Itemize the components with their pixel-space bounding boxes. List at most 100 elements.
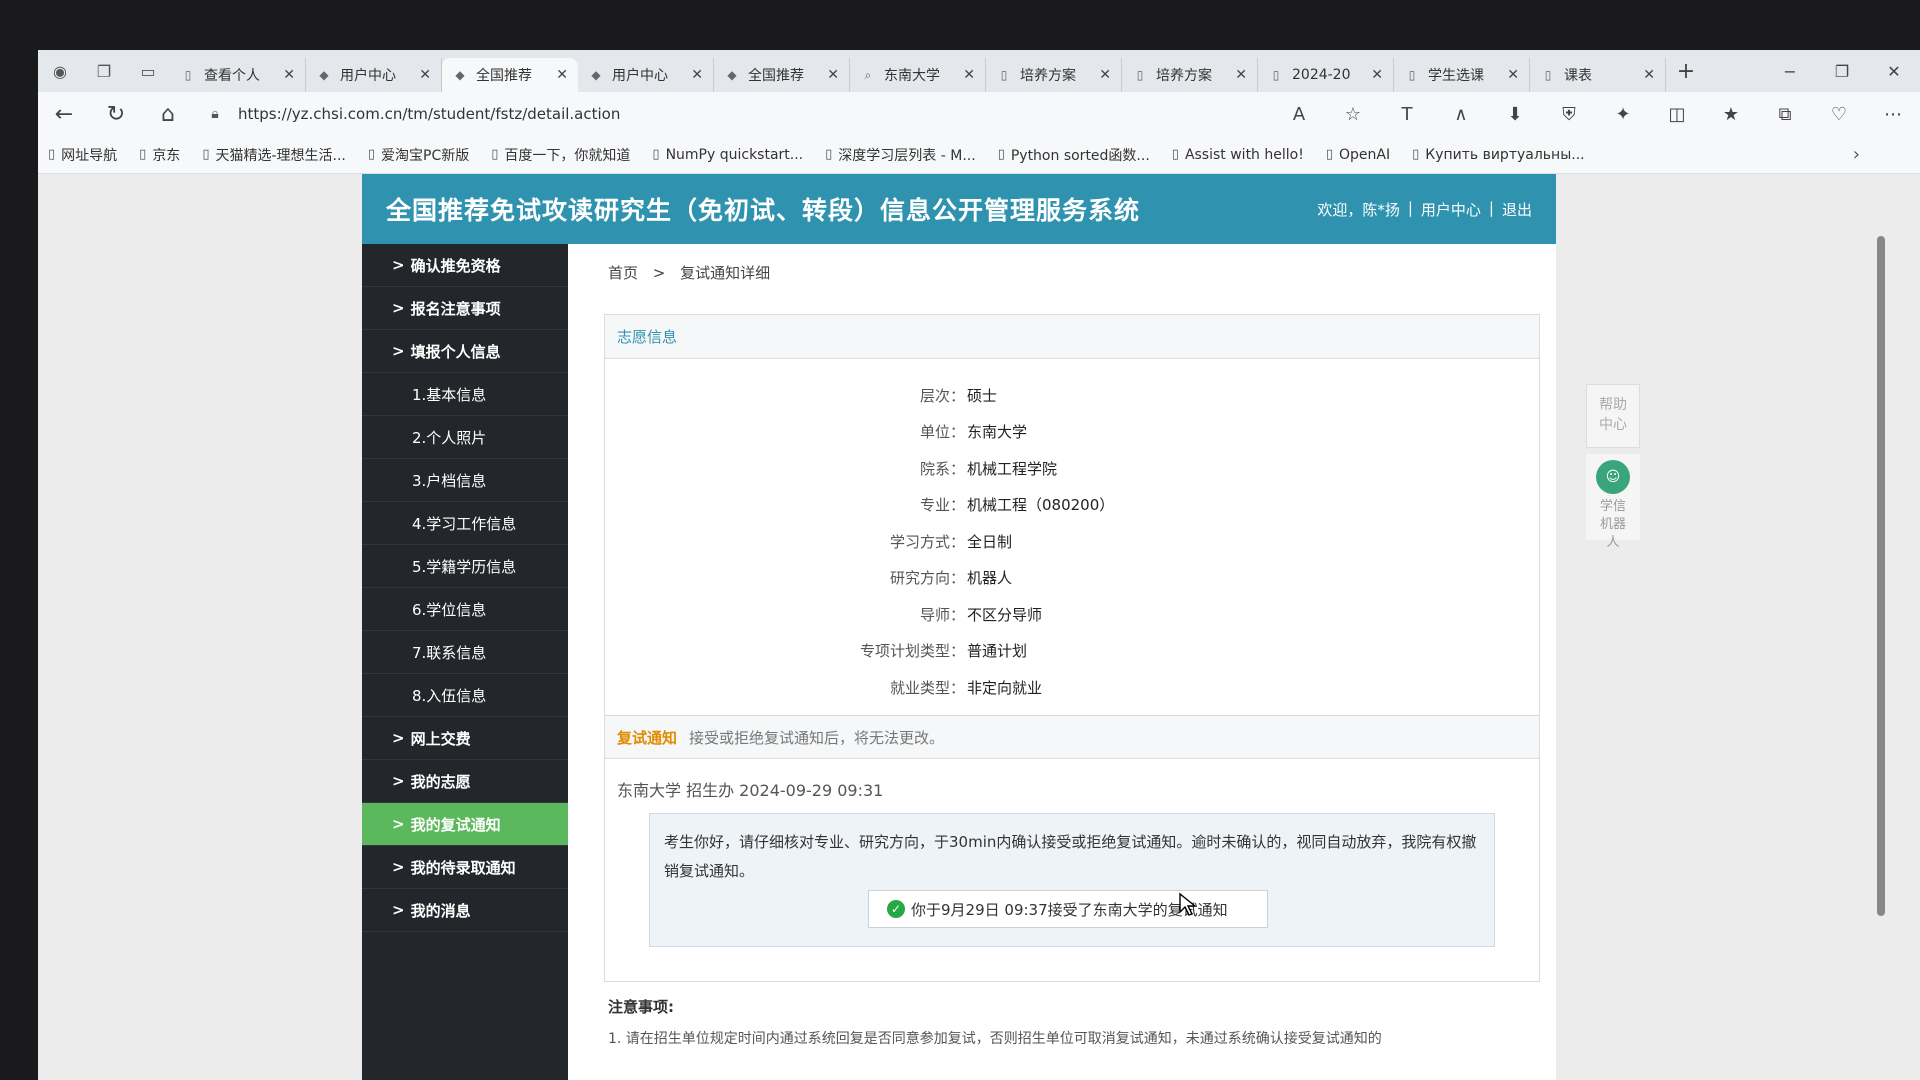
- browser-tab[interactable]: ▯ 培养方案 ✕: [986, 58, 1122, 92]
- close-tab-icon[interactable]: ✕: [1235, 67, 1247, 83]
- breadcrumb-current: 复试通知详细: [680, 264, 771, 282]
- shield-icon[interactable]: ⛨: [1542, 104, 1596, 125]
- sidebar-item-label: 5.学籍学历信息: [412, 557, 517, 576]
- sidebar-item[interactable]: 3.户档信息: [362, 459, 568, 502]
- browser-window: ◉ ❐ ▭ ▯ 查看个人 ✕ ◆ 用户中心 ✕ ◆ 全国推荐 ✕ ◆ 用户中心 ✕ ◆ 全国推荐 ✕ ⌕ 东南大…: [38, 50, 1920, 1080]
- tab-title: 课表: [1564, 68, 1592, 84]
- bookmark-icon: ▯: [367, 147, 376, 162]
- read-aloud-icon[interactable]: A: [1272, 104, 1326, 125]
- url-input[interactable]: 🔒︎ https://yz.chsi.com.cn/tm/student/fst…: [202, 98, 1202, 130]
- info-value: 不区分导师: [967, 605, 1043, 624]
- refresh-icon[interactable]: ↻: [90, 92, 142, 136]
- bookmark-item[interactable]: ▯ 天猫精选-理想生活...: [202, 145, 346, 165]
- close-window-icon[interactable]: ✕: [1868, 62, 1920, 81]
- bookmark-item[interactable]: ▯ Купить виртуальны...: [1412, 145, 1585, 165]
- sidebar-item[interactable]: 4.学习工作信息: [362, 502, 568, 545]
- help-center-button[interactable]: 帮助中心: [1586, 384, 1640, 448]
- scrollbar[interactable]: [1876, 204, 1886, 1064]
- close-tab-icon[interactable]: ✕: [1371, 67, 1383, 83]
- info-value: 东南大学: [967, 423, 1028, 442]
- sidebar-item[interactable]: 5.学籍学历信息: [362, 545, 568, 588]
- collections-toolbar-icon[interactable]: ⧉: [1758, 104, 1812, 125]
- browser-tab[interactable]: ▯ 查看个人 ✕: [170, 58, 306, 92]
- user-center-link[interactable]: 用户中心: [1421, 199, 1481, 220]
- sidebar-item[interactable]: 1.基本信息: [362, 373, 568, 416]
- close-tab-icon[interactable]: ✕: [1507, 67, 1519, 83]
- bookmark-item[interactable]: ▯ 深度学习层列表 - M...: [825, 145, 976, 165]
- chevron-right-icon: >: [392, 772, 405, 790]
- close-tab-icon[interactable]: ✕: [556, 67, 568, 83]
- browser-tab[interactable]: ◆ 用户中心 ✕: [578, 58, 714, 92]
- accepted-status: ✓ 你于9月29日 09:37接受了东南大学的复试通知: [868, 890, 1268, 928]
- sidebar-item[interactable]: > 网上交费: [362, 717, 568, 760]
- new-tab-button[interactable]: +: [1666, 59, 1706, 84]
- performance-icon[interactable]: ♡: [1812, 104, 1866, 125]
- sidebar-item[interactable]: 6.学位信息: [362, 588, 568, 631]
- extension-icon[interactable]: ∧: [1434, 104, 1488, 125]
- sidebar-item[interactable]: 2.个人照片: [362, 416, 568, 459]
- browser-tab[interactable]: ▯ 课表 ✕: [1530, 58, 1666, 92]
- bookmark-icon: ▯: [1171, 147, 1179, 162]
- bookmark-item[interactable]: ▯ 京东: [139, 145, 180, 165]
- bookmarks-more-icon[interactable]: ›: [1853, 144, 1860, 165]
- volunteer-info: 层次： 硕士 单位： 东南大学 院系： 机械工程学院 专业： 机械工程（080200） 学习方式…: [605, 377, 1539, 706]
- bookmark-item[interactable]: ▯ 百度一下，你就知道: [491, 145, 630, 165]
- restore-icon[interactable]: ❐: [1816, 62, 1868, 81]
- bookmark-label: 网址导航: [61, 147, 118, 164]
- home-icon[interactable]: ⌂: [142, 92, 194, 136]
- browser-tab[interactable]: ▯ 学生选课 ✕: [1394, 58, 1530, 92]
- bookmark-item[interactable]: ▯ NumPy quickstart...: [652, 145, 803, 165]
- close-tab-icon[interactable]: ✕: [1099, 67, 1111, 83]
- bookmark-item[interactable]: ▯ 爱淘宝PC新版: [368, 145, 469, 165]
- file-icon: ▯: [184, 68, 192, 82]
- tab-title: 培养方案: [1156, 68, 1212, 84]
- chatbot-button[interactable]: ☺ 学信机器人: [1586, 454, 1640, 550]
- close-tab-icon[interactable]: ✕: [691, 67, 703, 83]
- split-screen-icon[interactable]: ◫: [1650, 104, 1704, 125]
- close-tab-icon[interactable]: ✕: [283, 67, 295, 83]
- bookmark-item[interactable]: ▯ 网址导航: [48, 145, 117, 165]
- close-tab-icon[interactable]: ✕: [963, 67, 975, 83]
- favorite-star-icon[interactable]: ☆: [1326, 104, 1380, 125]
- bookmark-item[interactable]: ▯ OpenAI: [1326, 145, 1390, 165]
- collections-icon[interactable]: ❐: [82, 50, 126, 92]
- sidebar-item[interactable]: > 填报个人信息: [362, 330, 568, 373]
- close-tab-icon[interactable]: ✕: [419, 67, 431, 83]
- translate-icon[interactable]: T: [1380, 104, 1434, 125]
- logout-link[interactable]: 退出: [1502, 199, 1532, 220]
- close-tab-icon[interactable]: ✕: [827, 67, 839, 83]
- sidebar-item[interactable]: > 确认推免资格: [362, 244, 568, 287]
- sidebar-item[interactable]: > 我的复试通知: [362, 803, 568, 846]
- breadcrumb-home[interactable]: 首页: [608, 264, 638, 282]
- sidebar-item[interactable]: > 我的消息: [362, 889, 568, 932]
- minimize-icon[interactable]: −: [1764, 62, 1816, 81]
- browser-tab[interactable]: ◆ 全国推荐 ✕: [442, 58, 578, 92]
- bookmark-item[interactable]: ▯ Assist with hello!: [1172, 145, 1304, 165]
- sidebar-item[interactable]: > 我的志愿: [362, 760, 568, 803]
- browser-tab[interactable]: ▯ 2024-20 ✕: [1258, 58, 1394, 92]
- sidebar-item[interactable]: > 我的待录取通知: [362, 846, 568, 889]
- scroll-thumb[interactable]: [1877, 236, 1885, 916]
- favorites-icon[interactable]: ★: [1704, 104, 1758, 125]
- tab-actions-icon[interactable]: ▭: [126, 50, 170, 92]
- page-viewport: 全国推荐免试攻读研究生（免初试、转段）信息公开管理服务系统 欢迎，陈*扬 | 用…: [38, 174, 1920, 1080]
- download-icon[interactable]: ⬇: [1488, 104, 1542, 125]
- sidebar-item[interactable]: 8.入伍信息: [362, 674, 568, 717]
- more-menu-icon[interactable]: ⋯: [1866, 104, 1920, 125]
- close-tab-icon[interactable]: ✕: [1643, 67, 1655, 83]
- browser-tab[interactable]: ⌕ 东南大学 ✕: [850, 58, 986, 92]
- sidebar-item[interactable]: 7.联系信息: [362, 631, 568, 674]
- bookmark-label: 百度一下，你就知道: [504, 147, 631, 164]
- profile-icon[interactable]: ◉: [38, 50, 82, 92]
- back-icon[interactable]: ←: [38, 92, 90, 136]
- info-label: 专业：: [919, 496, 965, 515]
- sidebar-item[interactable]: > 报名注意事项: [362, 287, 568, 330]
- browser-tab[interactable]: ◆ 用户中心 ✕: [306, 58, 442, 92]
- bookmarks-bar: ▯ 网址导航 ▯ 京东 ▯ 天猫精选-理想生活... ▯ 爱淘宝PC新版 ▯ 百度一下，你就知道 ▯…: [38, 136, 1920, 174]
- browser-tab[interactable]: ▯ 培养方案 ✕: [1122, 58, 1258, 92]
- browser-tab[interactable]: ◆ 全国推荐 ✕: [714, 58, 850, 92]
- extensions-icon[interactable]: ✦: [1596, 104, 1650, 125]
- breadcrumb: 首页 > 复试通知详细: [608, 262, 770, 283]
- bookmark-item[interactable]: ▯ Python sorted函数...: [998, 145, 1150, 165]
- notice-box: 考生你好，请仔细核对专业、研究方向，于30min内确认接受或拒绝复试通知。逾时未…: [649, 813, 1495, 947]
